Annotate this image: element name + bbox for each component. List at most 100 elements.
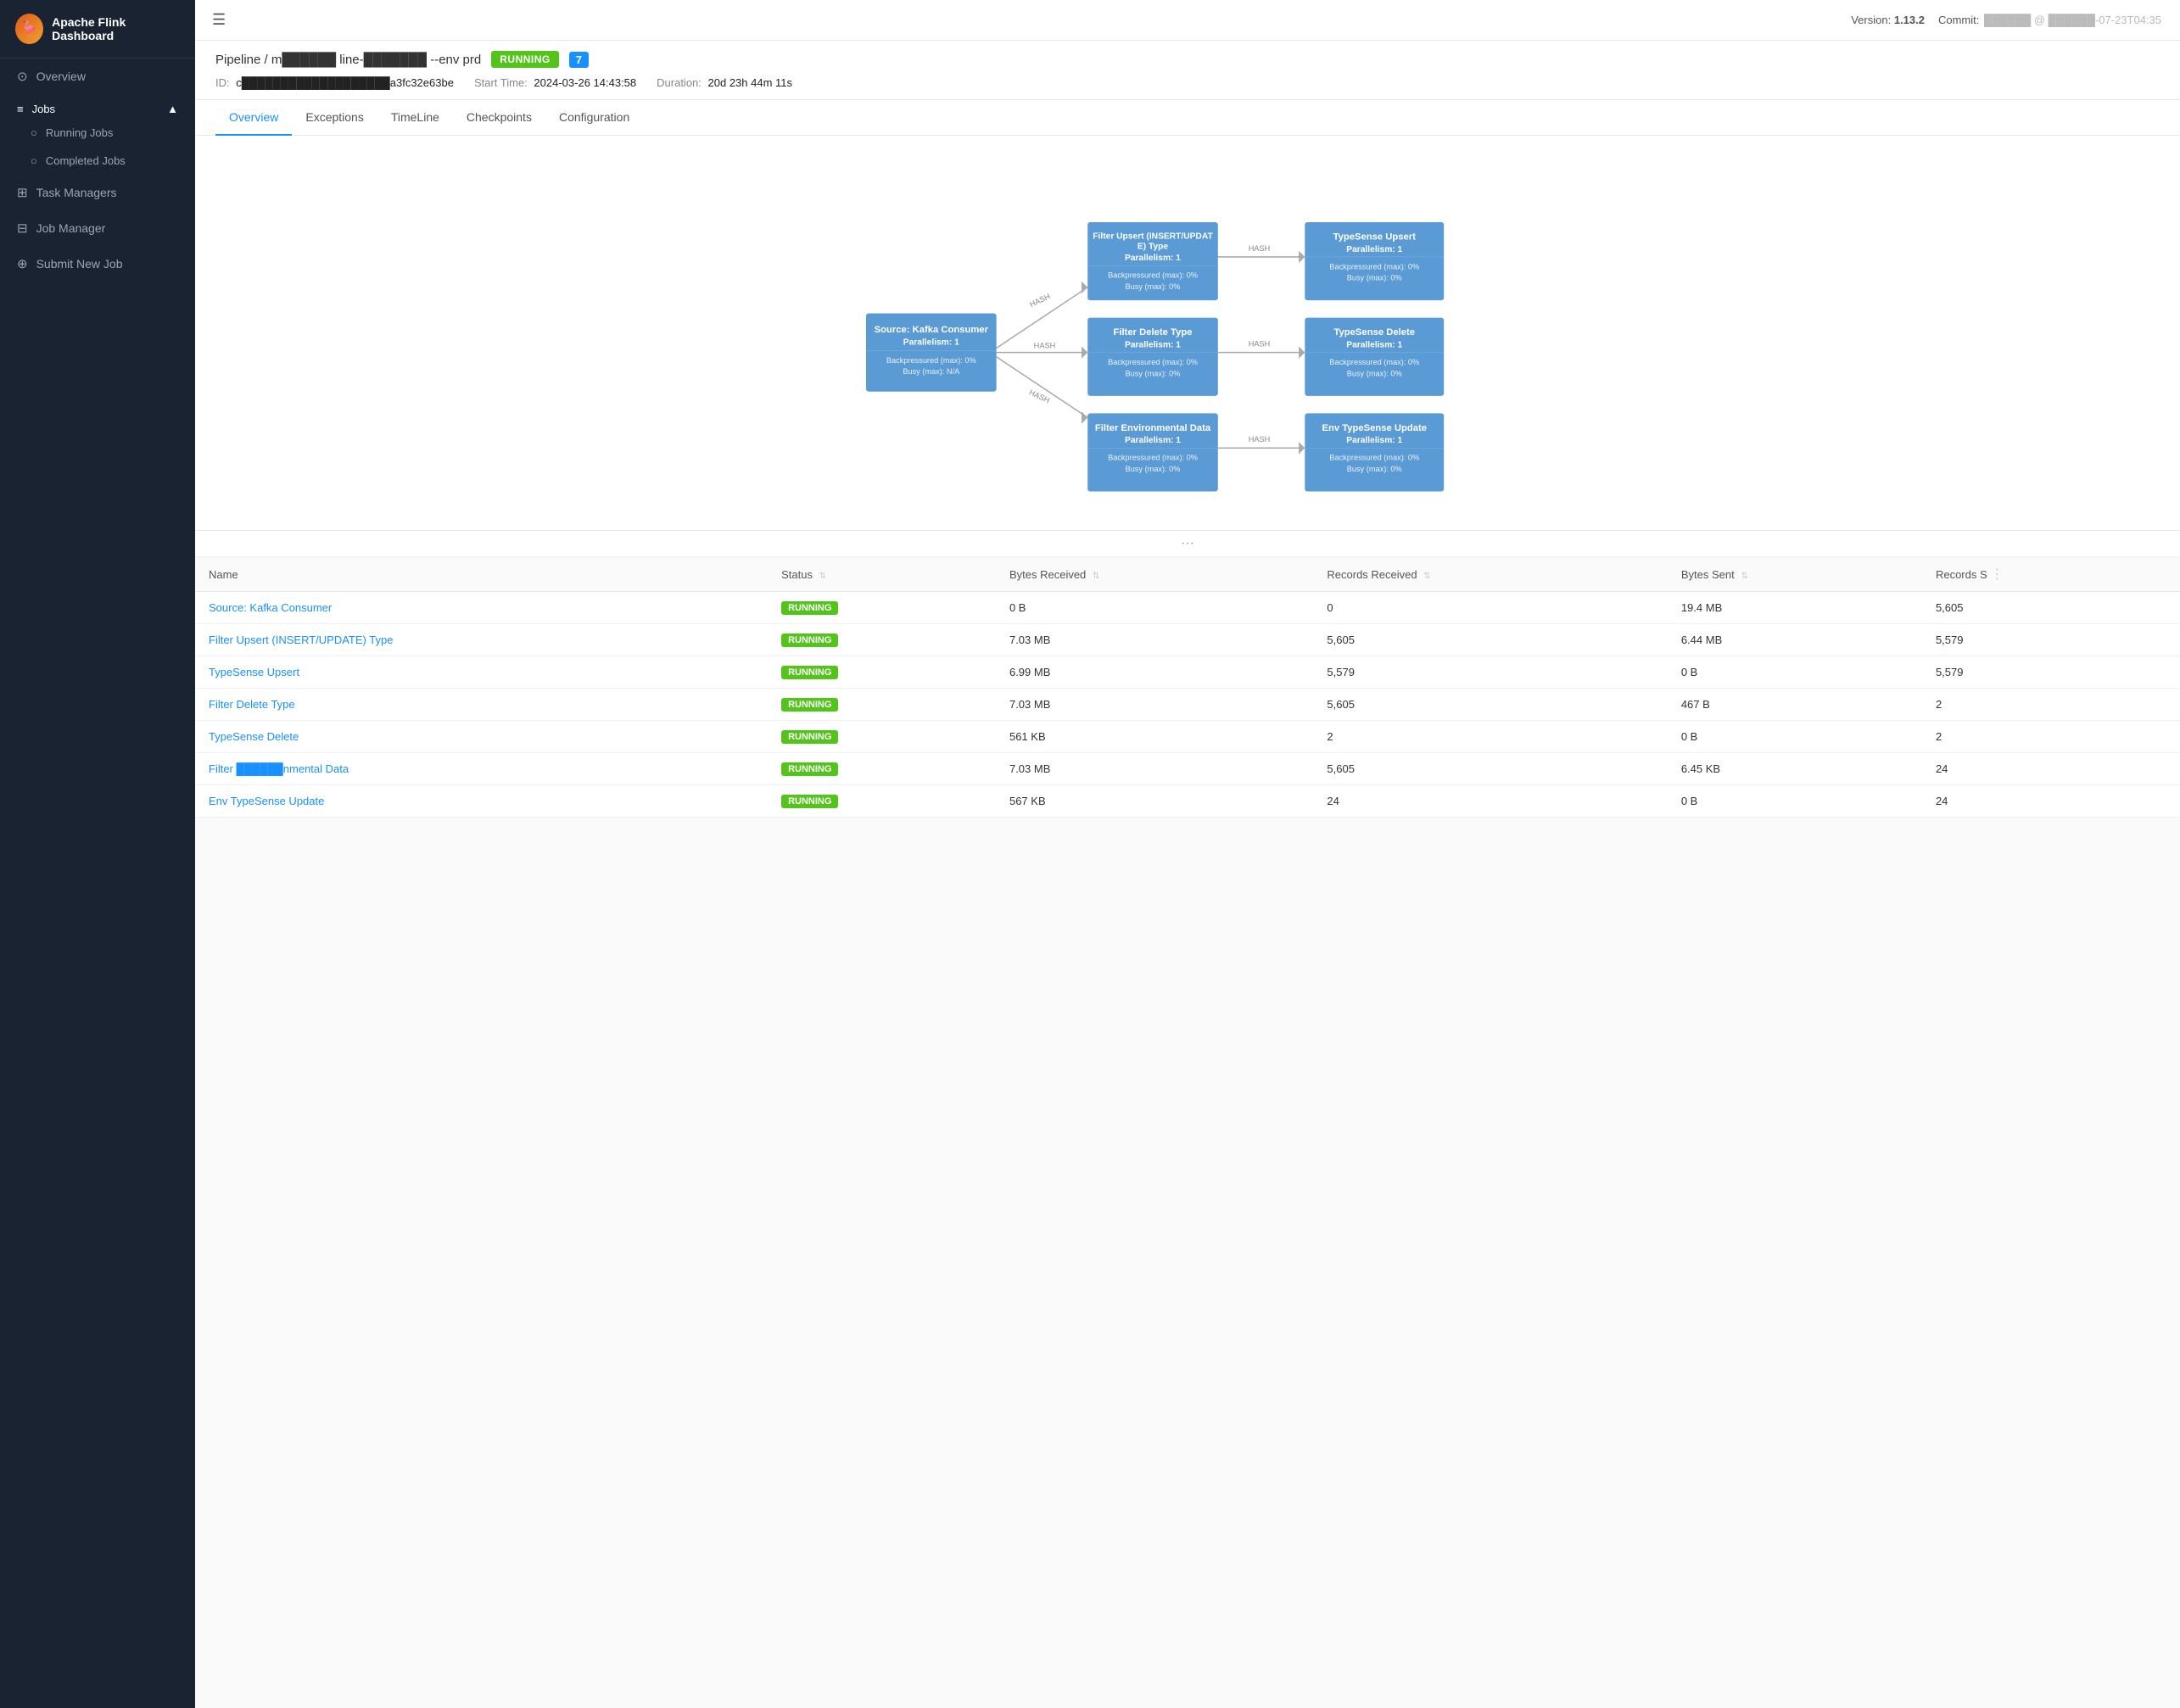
svg-text:HASH: HASH [1249, 339, 1271, 348]
commit-info: Commit: ██████ @ ██████-07-23T04:35 [1938, 14, 2163, 26]
svg-text:Backpressured (max): 0%: Backpressured (max): 0% [1329, 454, 1419, 462]
svg-text:Busy (max): 0%: Busy (max): 0% [1347, 369, 1402, 377]
bytes-recv-sort-icon[interactable]: ⇅ [1093, 572, 1099, 581]
col-records-sent: Records S ⋮ [1922, 557, 2180, 592]
main-content: ☰ Version: 1.13.2 Commit: ██████ @ █████… [195, 0, 2180, 1708]
svg-text:Env TypeSense Update: Env TypeSense Update [1322, 423, 1427, 433]
top-bar: ☰ Version: 1.13.2 Commit: ██████ @ █████… [195, 0, 2180, 41]
table-row: Filter ██████nmental Data RUNNING 7.03 M… [195, 753, 2180, 785]
sidebar-item-running-jobs[interactable]: ○ Running Jobs [0, 119, 195, 147]
row-name-3[interactable]: Filter Delete Type [195, 689, 768, 721]
svg-text:Parallelism: 1: Parallelism: 1 [1125, 436, 1181, 445]
job-duration-section: Duration: 20d 23h 44m 11s [657, 76, 792, 89]
col-resize-handle[interactable]: ⋮ [1990, 567, 2004, 582]
svg-text:HASH: HASH [1028, 292, 1051, 309]
table-row: Source: Kafka Consumer RUNNING 0 B 0 19.… [195, 592, 2180, 624]
row-bytes-sent-1: 6.44 MB [1668, 624, 1922, 656]
tab-exceptions[interactable]: Exceptions [292, 100, 377, 136]
col-records-recv: Records Received ⇅ [1313, 557, 1667, 592]
col-bytes-recv: Bytes Received ⇅ [996, 557, 1313, 592]
sidebar-item-task-managers[interactable]: ⊞ Task Managers [0, 175, 195, 210]
sidebar-task-managers-label: Task Managers [36, 186, 117, 199]
running-jobs-icon: ○ [31, 126, 37, 139]
bytes-sent-sort-icon[interactable]: ⇅ [1741, 572, 1747, 581]
row-bytes-sent-5: 6.45 KB [1668, 753, 1922, 785]
table-row: Env TypeSense Update RUNNING 567 KB 24 0… [195, 785, 2180, 818]
sidebar-item-job-manager[interactable]: ⊟ Job Manager [0, 210, 195, 246]
row-bytes-sent-2: 0 B [1668, 656, 1922, 689]
sidebar-running-jobs-label: Running Jobs [46, 126, 114, 139]
svg-text:Busy (max): 0%: Busy (max): 0% [1347, 274, 1402, 282]
col-name: Name [195, 557, 768, 592]
submit-job-icon: ⊕ [17, 256, 28, 271]
sidebar-completed-jobs-label: Completed Jobs [46, 154, 126, 167]
status-sort-icon[interactable]: ⇅ [819, 572, 826, 581]
row-records-recv-0: 0 [1313, 592, 1667, 624]
sidebar-item-submit-new-job[interactable]: ⊕ Submit New Job [0, 246, 195, 282]
row-name-5[interactable]: Filter ██████nmental Data [195, 753, 768, 785]
tab-checkpoints[interactable]: Checkpoints [453, 100, 545, 136]
tab-overview[interactable]: Overview [215, 100, 292, 136]
row-bytes-recv-3: 7.03 MB [996, 689, 1313, 721]
row-records-sent-5: 24 [1922, 753, 2180, 785]
row-name-0[interactable]: Source: Kafka Consumer [195, 592, 768, 624]
table-row: Filter Delete Type RUNNING 7.03 MB 5,605… [195, 689, 2180, 721]
sidebar-item-jobs[interactable]: ≡ Jobs ▲ [0, 94, 195, 119]
svg-text:HASH: HASH [1034, 341, 1056, 349]
svg-text:Filter Environmental Data: Filter Environmental Data [1095, 423, 1211, 433]
svg-text:Filter Upsert (INSERT/UPDAT: Filter Upsert (INSERT/UPDAT [1093, 232, 1213, 241]
hamburger-menu-icon[interactable]: ☰ [212, 11, 226, 29]
jobs-icon: ≡ [17, 103, 24, 115]
top-bar-left: ☰ [212, 11, 226, 29]
job-id-value: c███████████████████a3fc32e63be [236, 76, 454, 89]
svg-text:Busy (max): 0%: Busy (max): 0% [1347, 465, 1402, 473]
job-status-badge: RUNNING [491, 51, 559, 68]
row-bytes-recv-5: 7.03 MB [996, 753, 1313, 785]
app-name: Apache Flink Dashboard [52, 15, 180, 42]
tab-timeline[interactable]: TimeLine [377, 100, 453, 136]
sidebar-item-label: Overview [36, 70, 86, 83]
row-name-1[interactable]: Filter Upsert (INSERT/UPDATE) Type [195, 624, 768, 656]
table-row: TypeSense Delete RUNNING 561 KB 2 0 B 2 [195, 721, 2180, 753]
svg-text:Backpressured (max): 0%: Backpressured (max): 0% [886, 356, 976, 365]
svg-text:HASH: HASH [1249, 244, 1271, 253]
row-name-4[interactable]: TypeSense Delete [195, 721, 768, 753]
row-records-sent-2: 5,579 [1922, 656, 2180, 689]
tab-configuration[interactable]: Configuration [545, 100, 643, 136]
row-records-recv-1: 5,605 [1313, 624, 1667, 656]
table-expand-handle[interactable]: ··· [195, 531, 2180, 557]
svg-text:Backpressured (max): 0%: Backpressured (max): 0% [1108, 358, 1198, 366]
svg-text:Parallelism: 1: Parallelism: 1 [903, 338, 959, 347]
sidebar-item-overview[interactable]: ⊙ Overview [0, 59, 195, 94]
svg-text:Backpressured (max): 0%: Backpressured (max): 0% [1108, 271, 1198, 280]
col-status: Status ⇅ [768, 557, 996, 592]
svg-text:TypeSense Delete: TypeSense Delete [1334, 327, 1415, 338]
row-records-sent-1: 5,579 [1922, 624, 2180, 656]
row-bytes-recv-2: 6.99 MB [996, 656, 1313, 689]
job-graph-area: HASH HASH HASH HASH HASH HASH [195, 136, 2180, 531]
row-name-6[interactable]: Env TypeSense Update [195, 785, 768, 818]
table-row: TypeSense Upsert RUNNING 6.99 MB 5,579 0… [195, 656, 2180, 689]
sidebar-submit-job-label: Submit New Job [36, 257, 123, 271]
records-recv-sort-icon[interactable]: ⇅ [1423, 572, 1430, 581]
job-manager-icon: ⊟ [17, 220, 28, 236]
job-graph-svg: HASH HASH HASH HASH HASH HASH [212, 153, 2163, 509]
col-bytes-sent: Bytes Sent ⇅ [1668, 557, 1922, 592]
row-name-2[interactable]: TypeSense Upsert [195, 656, 768, 689]
svg-text:Parallelism: 1: Parallelism: 1 [1346, 245, 1402, 254]
svg-text:Parallelism: 1: Parallelism: 1 [1346, 340, 1402, 349]
job-table-area: ··· Name Status ⇅ Bytes Received ⇅ [195, 531, 2180, 818]
row-bytes-sent-0: 19.4 MB [1668, 592, 1922, 624]
row-records-recv-5: 5,605 [1313, 753, 1667, 785]
job-id-section: ID: c███████████████████a3fc32e63be [215, 76, 454, 89]
svg-text:Parallelism: 1: Parallelism: 1 [1125, 254, 1181, 263]
tab-bar: Overview Exceptions TimeLine Checkpoints… [195, 100, 2180, 136]
sidebar-item-completed-jobs[interactable]: ○ Completed Jobs [0, 147, 195, 175]
row-bytes-recv-1: 7.03 MB [996, 624, 1313, 656]
job-title: Pipeline / m██████ line-███████ --env pr… [215, 53, 481, 67]
row-records-sent-0: 5,605 [1922, 592, 2180, 624]
svg-text:Busy (max): 0%: Busy (max): 0% [1126, 369, 1181, 377]
sidebar-job-manager-label: Job Manager [36, 221, 106, 235]
svg-text:Busy (max): N/A: Busy (max): N/A [903, 367, 960, 376]
job-title-row: Pipeline / m██████ line-███████ --env pr… [215, 51, 2160, 68]
